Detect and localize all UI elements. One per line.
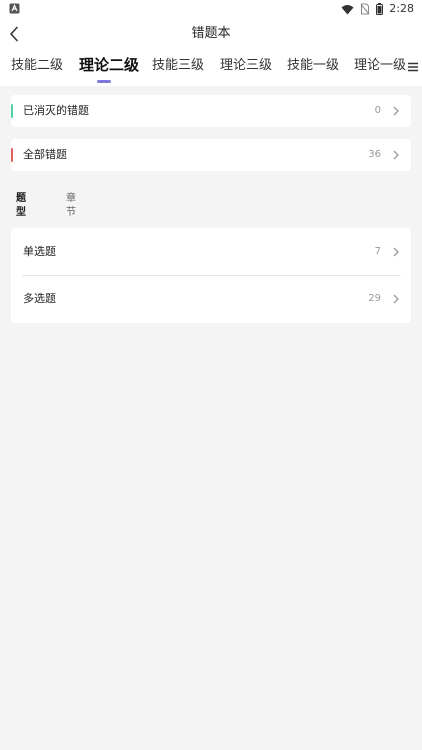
status-time: 2:28 (389, 2, 414, 15)
eliminated-errors-label: 已消灭的错题 (23, 104, 89, 117)
tab-skill-level-2[interactable]: 技能二级 (11, 56, 63, 84)
tab-bar: 技能二级 理论二级 技能三级 理论三级 技能一级 理论一级 (0, 56, 422, 84)
category-row-single[interactable]: 单选题 7 (11, 236, 411, 268)
all-errors-card[interactable]: 全部错题 36 (11, 139, 411, 171)
filter-by-chapter[interactable]: 章节 (66, 192, 76, 220)
header: 错题本 (0, 20, 422, 48)
category-label: 单选题 (23, 245, 56, 258)
status-icons: 2:28 (341, 2, 414, 16)
filter-by-type[interactable]: 题型 (16, 192, 26, 220)
chevron-right-icon (393, 106, 399, 116)
all-errors-label: 全部错题 (23, 148, 67, 161)
wifi-icon (341, 4, 354, 14)
category-row-multiple[interactable]: 多选题 29 (11, 283, 411, 315)
status-bar: 2:28 (0, 0, 422, 18)
tab-theory-level-2[interactable]: 理论二级 (79, 56, 139, 83)
tab-skill-level-3[interactable]: 技能三级 (152, 56, 204, 84)
eliminated-errors-row[interactable]: 已消灭的错题 0 (11, 95, 411, 127)
eliminated-errors-count: 0 (374, 105, 381, 116)
question-type-card: 单选题 7 多选题 29 (11, 228, 411, 323)
eliminated-errors-card[interactable]: 已消灭的错题 0 (11, 95, 411, 127)
row-divider (22, 275, 401, 276)
all-errors-count: 36 (368, 149, 381, 160)
more-tabs-icon[interactable] (407, 61, 419, 73)
chevron-right-icon (393, 247, 399, 257)
tab-theory-level-1[interactable]: 理论一级 (354, 56, 406, 84)
active-tab-indicator (97, 80, 111, 83)
chevron-right-icon (393, 294, 399, 304)
tab-theory-level-3[interactable]: 理论三级 (220, 56, 272, 84)
no-sim-icon (360, 3, 370, 15)
tab-skill-level-1[interactable]: 技能一级 (287, 56, 339, 84)
red-accent-bar (11, 148, 13, 162)
category-label: 多选题 (23, 292, 56, 305)
green-accent-bar (11, 104, 13, 118)
category-count: 29 (368, 293, 381, 304)
category-count: 7 (374, 246, 381, 257)
all-errors-row[interactable]: 全部错题 36 (11, 139, 411, 171)
app-notification-icon (9, 3, 20, 14)
page-title: 错题本 (191, 26, 231, 41)
battery-icon (376, 3, 384, 15)
chevron-right-icon (393, 150, 399, 160)
